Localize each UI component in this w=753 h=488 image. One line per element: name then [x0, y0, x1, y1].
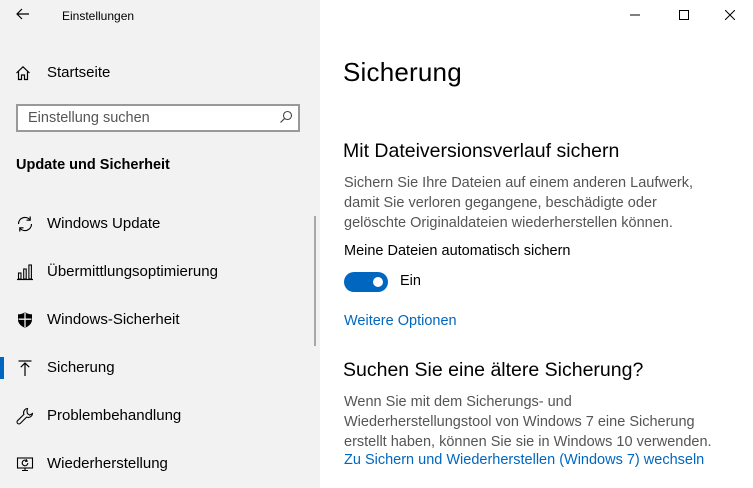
section-title: Update und Sicherheit [16, 157, 170, 173]
more-options-link[interactable]: Weitere Optionen [344, 313, 457, 329]
refresh-icon [16, 215, 34, 233]
sidebar-item-label: Wiederherstellung [47, 455, 168, 472]
sidebar-item-windows-update[interactable]: Windows Update [0, 204, 320, 244]
search-box[interactable] [16, 104, 300, 132]
file-history-heading: Mit Dateiversionsverlauf sichern [343, 140, 620, 162]
minimize-button[interactable] [613, 0, 657, 32]
arrow-left-icon [16, 7, 30, 25]
maximize-button[interactable] [662, 0, 706, 32]
sidebar-item-troubleshoot[interactable]: Problembehandlung [0, 396, 320, 436]
page-title: Sicherung [343, 57, 462, 87]
auto-backup-toggle[interactable] [344, 272, 388, 292]
description-line: damit Sie verloren gegangene, beschädigt… [344, 195, 657, 211]
sidebar-item-label: Übermittlungsoptimierung [47, 263, 218, 280]
sidebar-item-home[interactable]: Startseite [0, 56, 320, 90]
sidebar-item-label: Sicherung [47, 359, 115, 376]
toggle-knob [373, 277, 383, 287]
shield-icon [16, 311, 34, 329]
description-line: gelöschte Originaldateien wiederherstell… [344, 215, 673, 231]
description-line: erstellt haben, können Sie sie in Window… [344, 434, 712, 450]
main-content: Sicherung Mit Dateiversionsverlauf siche… [320, 0, 753, 488]
sidebar-scrollbar[interactable] [314, 216, 316, 346]
search-input[interactable] [18, 106, 268, 130]
auto-backup-label: Meine Dateien automatisch sichern [344, 243, 571, 259]
file-history-description: Sichern Sie Ihre Dateien auf einem ander… [344, 173, 693, 233]
sidebar-item-delivery-optimization[interactable]: Übermittlungsoptimierung [0, 252, 320, 292]
app-title: Einstellungen [62, 9, 135, 23]
home-label: Startseite [47, 64, 111, 81]
maximize-icon [679, 7, 689, 25]
minimize-icon [630, 7, 640, 25]
description-line: Wiederherstellungstool von Windows 7 ein… [344, 414, 695, 430]
toggle-state-label: Ein [400, 273, 421, 289]
older-backup-heading: Suchen Sie eine ältere Sicherung? [343, 359, 644, 381]
close-button[interactable] [708, 0, 752, 32]
recovery-icon [16, 455, 34, 473]
back-button[interactable] [0, 0, 46, 32]
search-icon[interactable] [279, 110, 293, 129]
sidebar-item-label: Windows Update [47, 215, 161, 232]
close-icon [724, 7, 736, 25]
wrench-icon [16, 407, 34, 425]
sidebar-item-recovery[interactable]: Wiederherstellung [0, 444, 320, 484]
delivery-optimization-icon [16, 263, 34, 281]
description-line: Sichern Sie Ihre Dateien auf einem ander… [344, 175, 694, 191]
sidebar-item-windows-security[interactable]: Windows-Sicherheit [0, 300, 320, 340]
older-backup-description: Wenn Sie mit dem Sicherungs- und Wiederh… [344, 392, 712, 452]
description-line: Wenn Sie mit dem Sicherungs- und [344, 394, 572, 410]
backup-arrow-icon [16, 359, 34, 377]
sidebar-item-label: Problembehandlung [47, 407, 182, 424]
sidebar-item-backup[interactable]: Sicherung [0, 348, 320, 388]
sidebar-item-label: Windows-Sicherheit [47, 311, 180, 328]
selected-indicator [0, 357, 4, 379]
sidebar: Einstellungen Startseite Update und Sich… [0, 0, 320, 488]
windows7-backup-link[interactable]: Zu Sichern und Wiederherstellen (Windows… [344, 452, 704, 468]
home-icon [15, 65, 31, 86]
